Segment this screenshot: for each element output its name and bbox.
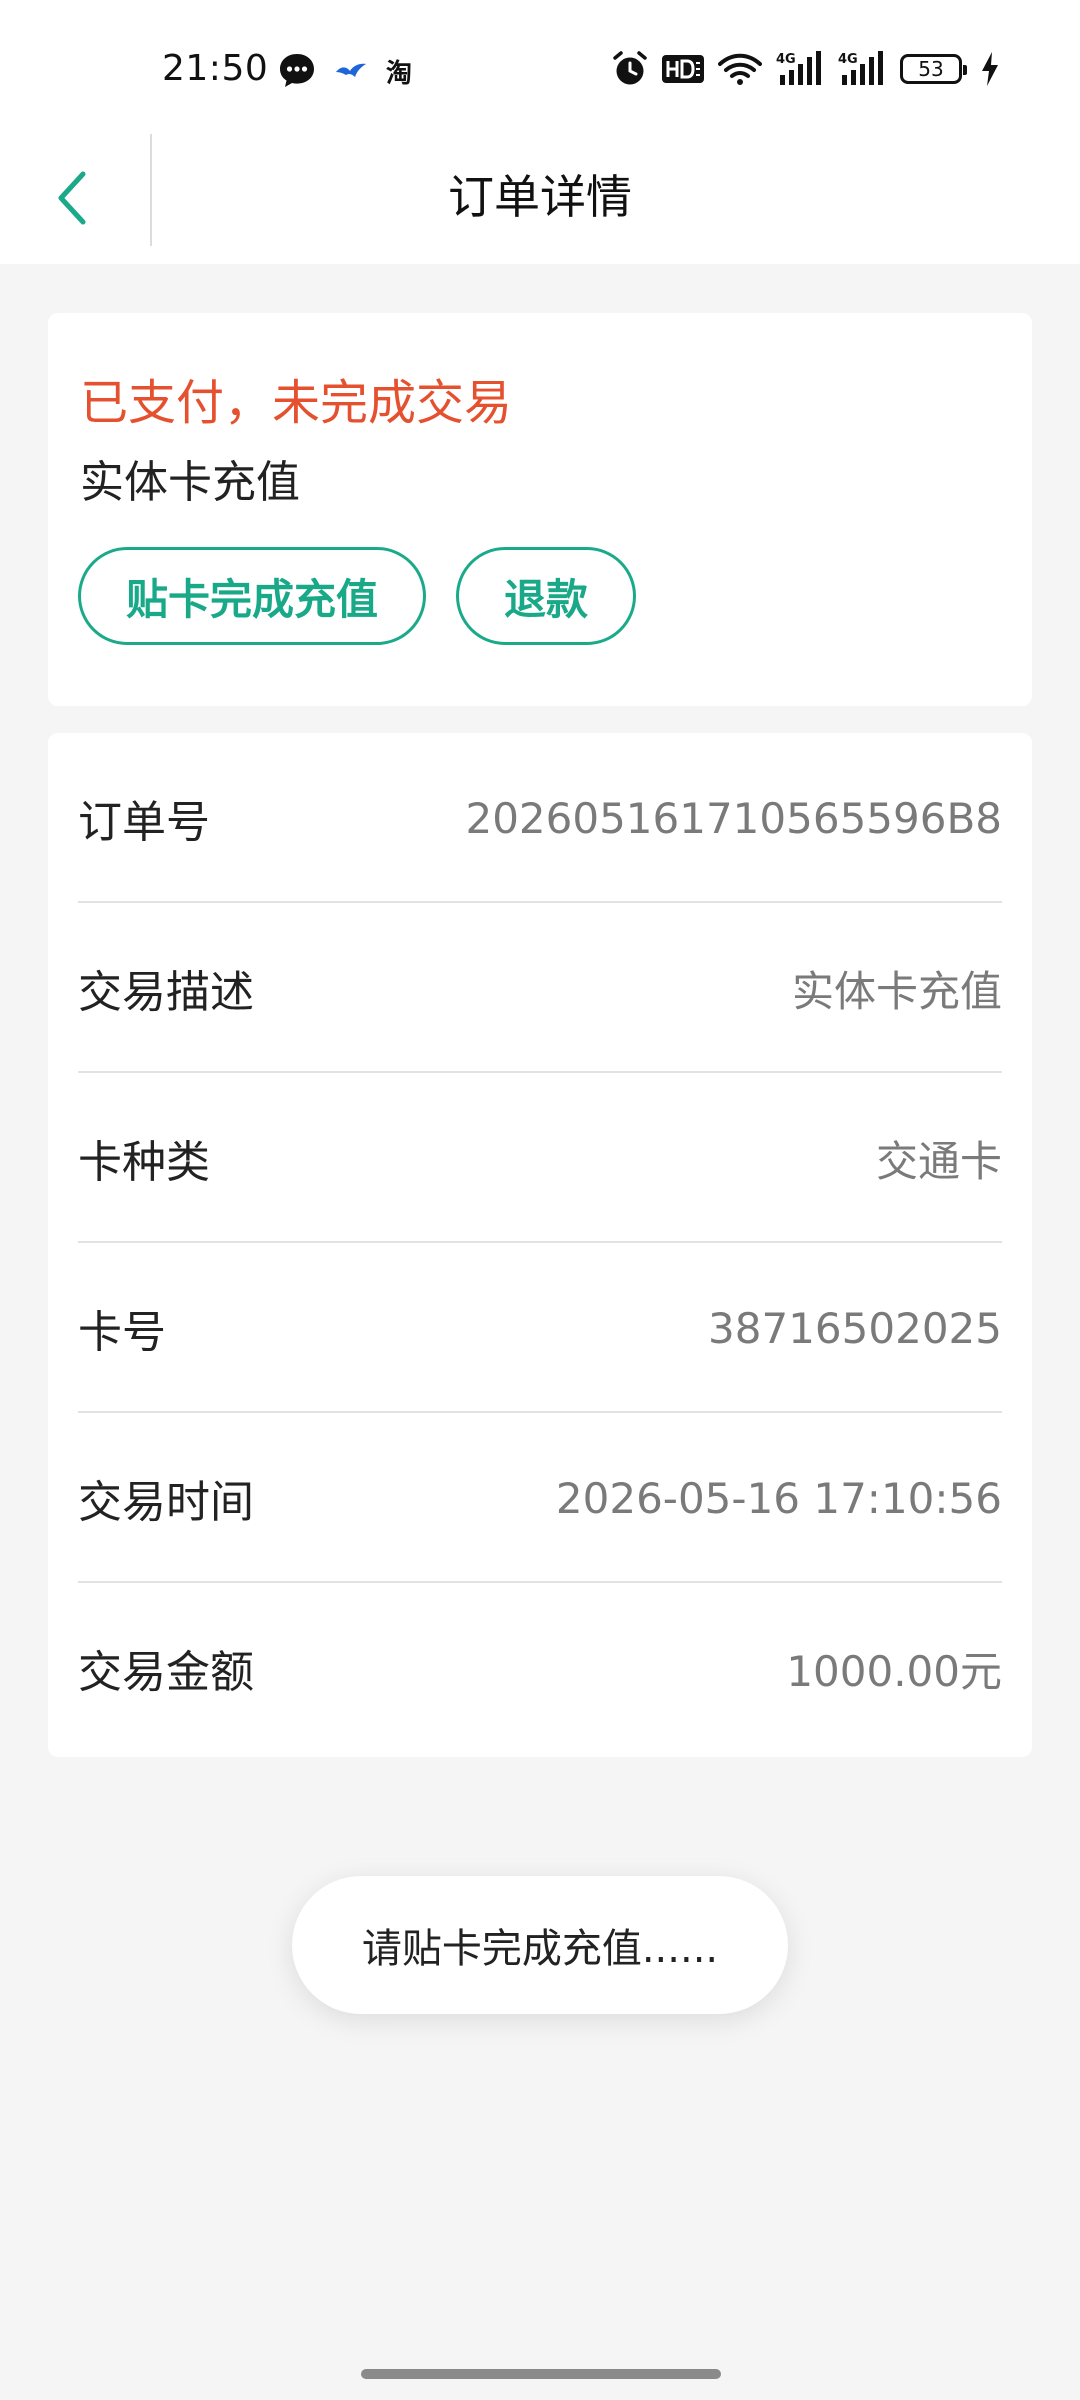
alarm-icon xyxy=(613,51,647,85)
detail-row-order-number: 订单号 202605161710565596B8 xyxy=(78,733,1002,903)
battery-level: 53 xyxy=(918,57,944,81)
toast-text: 请贴卡完成充值...... xyxy=(361,1926,719,1972)
chat-bubble-icon xyxy=(280,54,314,87)
signal-4g-icon: 4G xyxy=(838,51,883,85)
order-type-text: 实体卡充值 xyxy=(80,457,300,508)
system-icons: 4G 4G 53 xyxy=(612,50,1000,88)
detail-row-card-number: 卡号 38716502025 xyxy=(78,1243,1002,1413)
header-divider xyxy=(150,134,152,246)
page-title: 订单详情 xyxy=(448,170,632,224)
notification-icons: 淘 xyxy=(278,52,412,90)
detail-label: 交易时间 xyxy=(78,1477,254,1528)
back-button[interactable] xyxy=(36,158,106,238)
detail-label: 卡种类 xyxy=(78,1137,210,1188)
svg-text:4G: 4G xyxy=(776,52,796,67)
app-header: 订单详情 xyxy=(0,132,1080,264)
bird-icon xyxy=(336,63,366,77)
taobao-icon: 淘 xyxy=(386,58,413,89)
toast-message: 请贴卡完成充值...... xyxy=(292,1876,788,2014)
detail-value: 实体卡充值 xyxy=(791,966,1002,1016)
battery-icon: 53 xyxy=(900,54,967,84)
detail-label: 交易金额 xyxy=(78,1647,254,1698)
detail-row-description: 交易描述 实体卡充值 xyxy=(78,903,1002,1073)
detail-value: 1000.00元 xyxy=(786,1646,1002,1696)
signal-4g-icon: 4G xyxy=(776,51,821,85)
order-status-card: 已支付，未完成交易 实体卡充值 贴卡完成充值 退款 xyxy=(48,313,1032,706)
detail-value: 38716502025 xyxy=(708,1303,1002,1353)
detail-value: 交通卡 xyxy=(875,1136,1002,1186)
detail-value: 202605161710565596B8 xyxy=(465,793,1002,843)
detail-label: 订单号 xyxy=(78,797,210,848)
detail-row-amount: 交易金额 1000.00元 xyxy=(78,1583,1002,1753)
refund-button[interactable]: 退款 xyxy=(456,547,636,645)
hd-icon xyxy=(662,55,704,83)
order-details-card: 订单号 202605161710565596B8 交易描述 实体卡充值 卡种类 … xyxy=(48,733,1032,1757)
detail-row-card-type: 卡种类 交通卡 xyxy=(78,1073,1002,1243)
status-time: 21:50 xyxy=(162,48,269,89)
tap-card-recharge-button[interactable]: 贴卡完成充值 xyxy=(78,547,426,645)
detail-row-transaction-time: 交易时间 2026-05-16 17:10:56 xyxy=(78,1413,1002,1583)
svg-text:4G: 4G xyxy=(838,52,858,67)
wifi-icon xyxy=(718,53,762,85)
chevron-left-icon xyxy=(58,171,86,225)
gesture-navigation-bar[interactable] xyxy=(361,2369,721,2379)
detail-label: 卡号 xyxy=(78,1307,166,1358)
status-bar: 21:50 淘 4G 4G 53 xyxy=(0,0,1080,140)
order-status-text: 已支付，未完成交易 xyxy=(80,375,513,431)
detail-label: 交易描述 xyxy=(78,967,254,1018)
charging-icon xyxy=(982,52,998,86)
detail-value: 2026-05-16 17:10:56 xyxy=(555,1473,1002,1523)
